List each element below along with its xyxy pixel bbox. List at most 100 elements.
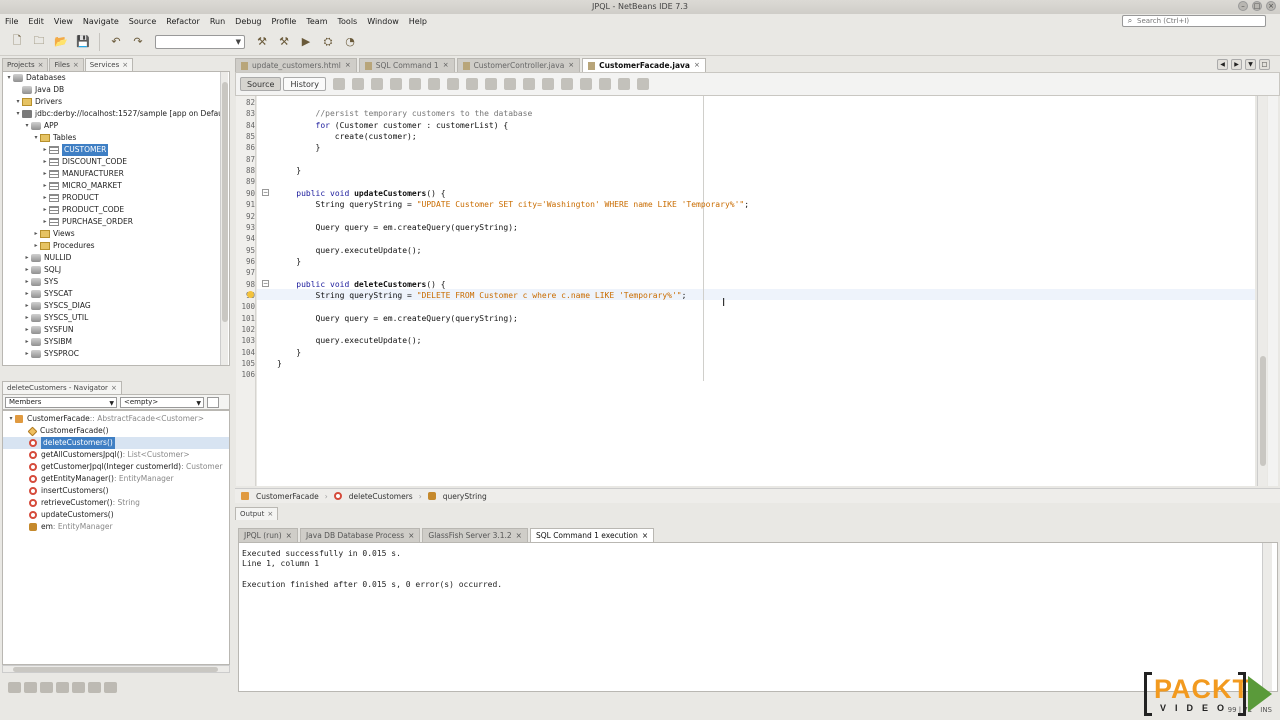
debug-icon[interactable]: ⛭ (319, 33, 337, 51)
comment-icon[interactable] (617, 78, 630, 90)
fold-toggle-icon[interactable]: − (262, 189, 269, 196)
expand-toggle-icon[interactable]: ▾ (23, 120, 31, 132)
scroll-right-icon[interactable]: ▶ (1231, 59, 1242, 70)
expand-toggle-icon[interactable]: ▸ (32, 228, 40, 240)
output-console[interactable] (238, 542, 1278, 692)
code-line[interactable]: create(customer); (277, 131, 417, 142)
code-line[interactable]: query.executeUpdate(); (277, 335, 422, 346)
scroll-left-icon[interactable]: ◀ (1217, 59, 1228, 70)
menu-item-refactor[interactable]: Refactor (161, 17, 205, 26)
expand-toggle-icon[interactable]: ▾ (14, 96, 22, 108)
code-line[interactable]: } (277, 142, 321, 153)
code-line[interactable]: query.executeUpdate(); (277, 245, 422, 256)
menu-item-team[interactable]: Team (301, 17, 332, 26)
editor-tab[interactable]: update_customers.html × (235, 58, 357, 72)
navigator-item[interactable]: retrieveCustomer() : String (3, 497, 229, 509)
breadcrumb-item[interactable]: queryString (427, 492, 487, 501)
maximize-icon[interactable]: □ (1252, 1, 1262, 11)
members-select[interactable]: Members ▼ (5, 396, 117, 408)
tree-item[interactable]: ▸ PURCHASE_ORDER (41, 216, 133, 228)
expand-toggle-icon[interactable]: ▸ (41, 192, 49, 204)
code-line[interactable]: } (277, 165, 301, 176)
expand-toggle-icon[interactable]: ▸ (32, 240, 40, 252)
close-icon[interactable]: × (122, 59, 128, 71)
services-scrollbar[interactable] (220, 72, 228, 365)
tree-item[interactable]: ▸ PRODUCT (41, 192, 99, 204)
tree-item[interactable]: ▾ Databases (5, 72, 66, 84)
close-icon[interactable]: × (267, 508, 273, 520)
expand-toggle-icon[interactable]: ▸ (23, 312, 31, 324)
scope-select[interactable]: <empty> ▼ (120, 396, 204, 408)
output-tab[interactable]: Java DB Database Process × (299, 528, 421, 542)
menu-item-view[interactable]: View (49, 17, 78, 26)
tree-item[interactable]: ▸ SYSCS_UTIL (23, 312, 88, 324)
tree-item[interactable]: ▸ PRODUCT_CODE (41, 204, 124, 216)
tree-item[interactable]: Java DB (14, 84, 64, 96)
tree-item[interactable]: ▾ APP (23, 120, 58, 132)
expand-toggle-icon[interactable]: ▾ (32, 132, 40, 144)
tree-item[interactable]: ▸ SQLJ (23, 264, 61, 276)
maximize-window-icon[interactable]: □ (1259, 59, 1270, 70)
expand-toggle-icon[interactable]: ▸ (41, 144, 49, 156)
back-icon[interactable] (351, 78, 364, 90)
editor-scrollbar[interactable] (1257, 96, 1267, 486)
navigator-item[interactable]: updateCustomers() (3, 509, 229, 521)
scroll-thumb[interactable] (1260, 356, 1266, 466)
tree-item[interactable]: ▾ Tables (32, 132, 76, 144)
expand-toggle-icon[interactable]: ▸ (41, 168, 49, 180)
tree-item[interactable]: ▸ SYS (23, 276, 58, 288)
code-line[interactable]: for (Customer customer : customerList) { (277, 120, 509, 131)
stop-macro-icon[interactable] (598, 78, 611, 90)
close-icon[interactable]: × (568, 59, 574, 72)
close-icon[interactable]: × (516, 529, 522, 542)
editor-tab[interactable]: CustomerFacade.java × (582, 58, 706, 72)
breadcrumb-item[interactable]: CustomerFacade (241, 492, 319, 501)
menu-item-file[interactable]: File (0, 17, 23, 26)
next-bookmark-icon[interactable] (503, 78, 516, 90)
tree-item[interactable]: ▸ MICRO_MARKET (41, 180, 122, 192)
expand-toggle-icon[interactable]: ▸ (23, 288, 31, 300)
fold-toggle-icon[interactable]: − (262, 280, 269, 287)
navigator-item[interactable]: em : EntityManager (3, 521, 229, 533)
new-file-icon[interactable]: 🗋 (8, 33, 26, 51)
tree-item[interactable]: ▸ SYSCS_DIAG (23, 300, 91, 312)
code-line[interactable]: public void updateCustomers() { (277, 188, 445, 199)
output-tab[interactable]: SQL Command 1 execution × (529, 528, 655, 542)
new-project-icon[interactable]: 🗀 (30, 33, 48, 51)
tab-projects[interactable]: Projects × (2, 58, 49, 71)
clean-build-icon[interactable]: ⚒ (275, 33, 293, 51)
tree-item[interactable]: ▸ CUSTOMER (41, 144, 109, 156)
tree-item[interactable]: ▸ NULLID (23, 252, 71, 264)
navigator-item[interactable]: getEntityManager() : EntityManager (3, 473, 229, 485)
close-icon[interactable]: × (345, 59, 351, 72)
close-icon[interactable]: × (408, 529, 414, 542)
editor-tab[interactable]: CustomerController.java × (456, 58, 581, 72)
source-view-button[interactable]: Source (240, 77, 282, 91)
expand-toggle-icon[interactable]: ▸ (23, 348, 31, 360)
tree-item[interactable]: ▸ SYSFUN (23, 324, 74, 336)
shift-left-icon[interactable] (541, 78, 554, 90)
find-previous-icon[interactable] (408, 78, 421, 90)
close-icon[interactable]: × (111, 382, 117, 394)
code-line[interactable]: } (277, 347, 301, 358)
filter-inherited-icon[interactable] (56, 681, 69, 693)
code-line[interactable]: } (277, 358, 282, 369)
expand-toggle-icon[interactable]: ▾ (7, 413, 15, 425)
code-line[interactable]: //persist temporary customers to the dat… (277, 108, 533, 119)
expand-toggle-icon[interactable]: ▸ (23, 336, 31, 348)
expand-toggle-icon[interactable]: ▾ (14, 108, 22, 120)
expand-toggle-icon[interactable]: ▸ (23, 264, 31, 276)
filter-static-icon[interactable] (24, 681, 37, 693)
last-edit-icon[interactable] (332, 78, 345, 90)
sort-source-icon[interactable] (104, 681, 117, 693)
scroll-thumb[interactable] (13, 667, 218, 672)
code-line[interactable]: } (277, 256, 301, 267)
editor-tab[interactable]: SQL Command 1 × (358, 58, 455, 72)
expand-toggle-icon[interactable]: ▸ (41, 180, 49, 192)
menu-item-tools[interactable]: Tools (333, 17, 363, 26)
tree-item[interactable]: ▸ Views (32, 228, 75, 240)
toggle-highlight-icon[interactable] (446, 78, 459, 90)
breadcrumb-item[interactable]: deleteCustomers (333, 492, 413, 501)
tab-files[interactable]: Files × (49, 58, 84, 71)
expand-toggle-icon[interactable]: ▸ (41, 204, 49, 216)
